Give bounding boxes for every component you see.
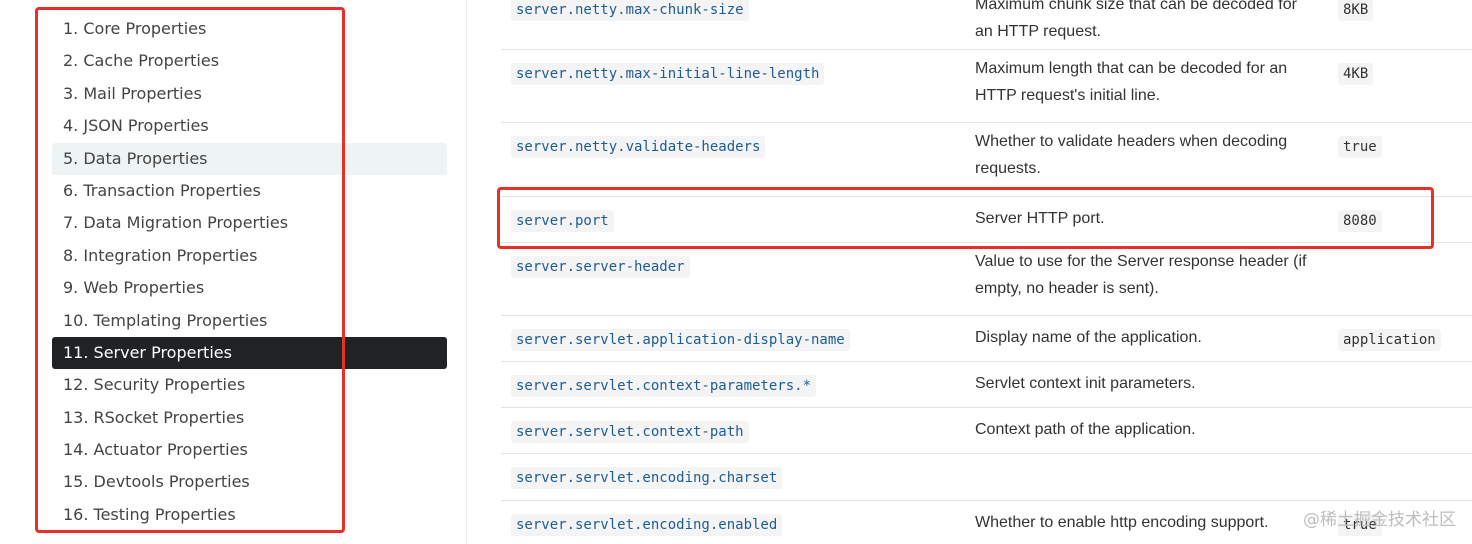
property-default: 8KB <box>1338 0 1374 21</box>
sidebar-item[interactable]: 4. JSON Properties <box>52 110 447 142</box>
property-name: server.servlet.application-display-name <box>511 329 850 351</box>
property-description: Value to use for the Server response hea… <box>975 253 1307 270</box>
property-description: Maximum chunk size that can be decoded f… <box>975 0 1297 13</box>
property-description: Servlet context init parameters. <box>975 375 1196 392</box>
sidebar-item[interactable]: 11. Server Properties <box>52 336 447 370</box>
property-default: application <box>1338 329 1441 351</box>
sidebar-item[interactable]: 16. Testing Properties <box>52 499 447 531</box>
property-name: server.netty.max-chunk-size <box>511 0 749 21</box>
property-description: HTTP request's initial line. <box>975 87 1161 104</box>
property-name: server.servlet.encoding.charset <box>511 467 783 489</box>
sidebar-item[interactable]: 15. Devtools Properties <box>52 466 447 498</box>
property-description: Server HTTP port. <box>975 210 1105 227</box>
property-description: Context path of the application. <box>975 421 1196 438</box>
table-row: server.netty.max-chunk-size Maximum chunk… <box>501 0 1472 49</box>
table-row: server.port Server HTTP port. 8080 <box>501 196 1472 243</box>
table-row: server.servlet.application-display-name D… <box>501 315 1472 362</box>
property-default: 4KB <box>1338 63 1374 85</box>
property-name: server.netty.validate-headers <box>511 136 766 158</box>
sidebar-item[interactable]: 13. RSocket Properties <box>52 402 447 434</box>
property-name: server.server-header <box>511 256 690 278</box>
sidebar-item[interactable]: 3. Mail Properties <box>52 78 447 110</box>
watermark: @稀土掘金技术社区 <box>1303 510 1456 530</box>
property-description: empty, no header is sent). <box>975 280 1159 297</box>
property-description: requests. <box>975 160 1041 177</box>
table-row: server.servlet.encoding.charset <box>501 453 1472 501</box>
property-description: an HTTP request. <box>975 23 1101 40</box>
table-row: server.servlet.context-path Context path … <box>501 407 1472 454</box>
property-name: server.servlet.context-path <box>511 421 749 443</box>
property-name: server.port <box>511 210 614 232</box>
sidebar-item[interactable]: 8. Integration Properties <box>52 240 447 272</box>
property-name: server.netty.max-initial-line-length <box>511 63 825 85</box>
property-default: true <box>1338 136 1382 158</box>
sidebar-nav: 1. Core Properties 2. Cache Properties 3. … <box>0 0 467 544</box>
sidebar-item[interactable]: 14. Actuator Properties <box>52 434 447 466</box>
sidebar-item[interactable]: 12. Security Properties <box>52 369 447 401</box>
table-row: server.server-header Value to use for the… <box>501 242 1472 316</box>
sidebar-item[interactable]: 7. Data Migration Properties <box>52 207 447 239</box>
property-description: Display name of the application. <box>975 329 1202 346</box>
property-description: Maximum length that can be decoded for a… <box>975 60 1288 77</box>
table-row: server.netty.max-initial-line-length Maxi… <box>501 49 1472 123</box>
properties-table: server.netty.max-chunk-size Maximum chunk… <box>466 0 1472 544</box>
property-description: Whether to enable http encoding support. <box>975 514 1269 531</box>
sidebar-item[interactable]: 2. Cache Properties <box>52 45 447 77</box>
sidebar-item[interactable]: 6. Transaction Properties <box>52 175 447 207</box>
property-name: server.servlet.context-parameters.* <box>511 375 817 397</box>
table-row: server.servlet.context-parameters.* Servl… <box>501 361 1472 408</box>
nav-list: 1. Core Properties 2. Cache Properties 3. … <box>52 13 447 531</box>
sidebar-item[interactable]: 5. Data Properties <box>52 142 447 175</box>
property-default: 8080 <box>1338 210 1382 232</box>
sidebar-item[interactable]: 1. Core Properties <box>52 13 447 45</box>
table-row: server.netty.validate-headers Whether to … <box>501 122 1472 197</box>
property-description: Whether to validate headers when decodin… <box>975 133 1288 150</box>
sidebar-item[interactable]: 9. Web Properties <box>52 272 447 304</box>
sidebar-item[interactable]: 10. Templating Properties <box>52 305 447 337</box>
property-name: server.servlet.encoding.enabled <box>511 514 783 536</box>
